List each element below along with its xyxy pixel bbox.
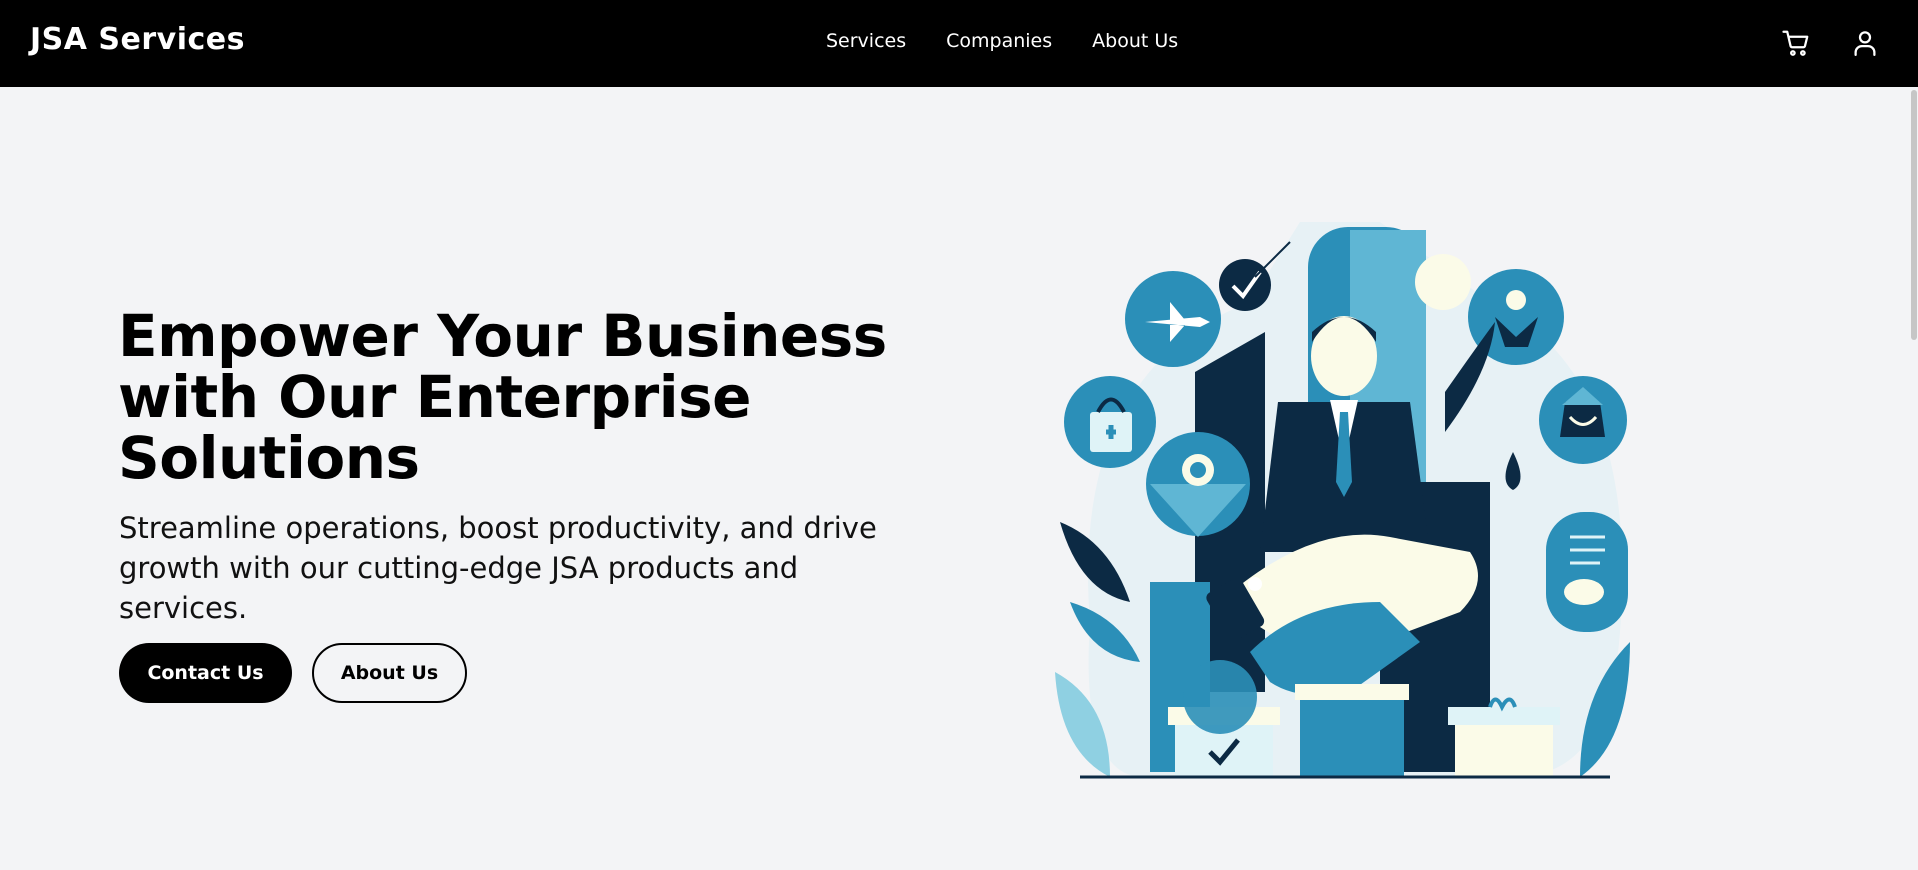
illustration-chat-panel — [1546, 512, 1628, 632]
account-button[interactable] — [1848, 26, 1882, 60]
cart-button[interactable] — [1779, 26, 1813, 60]
main-nav: Services Companies About Us — [826, 30, 1178, 52]
hero-title: Empower Your Business with Our Enterpris… — [118, 302, 887, 492]
illustration-gift-right — [1455, 717, 1553, 777]
about-us-button[interactable]: About Us — [312, 643, 467, 703]
nav-link-services[interactable]: Services — [826, 30, 906, 52]
illustration-sun — [1415, 254, 1471, 310]
illustration-box-center — [1300, 692, 1404, 777]
illustration-check-circle — [1219, 259, 1271, 311]
hero-subtitle: Streamline operations, boost productivit… — [119, 511, 877, 625]
hero-illustration — [1055, 222, 1630, 779]
nav-link-companies[interactable]: Companies — [946, 30, 1052, 52]
scrollbar-thumb[interactable] — [1911, 90, 1917, 340]
nav-link-about-us[interactable]: About Us — [1092, 30, 1178, 52]
cart-icon — [1782, 30, 1809, 56]
contact-us-button[interactable]: Contact Us — [119, 643, 292, 703]
top-navbar: JSA Services Services Companies About Us — [0, 0, 1918, 87]
brand-logo-text[interactable]: JSA Services — [30, 22, 245, 57]
user-icon — [1854, 31, 1876, 56]
page-scrollbar[interactable] — [1910, 88, 1918, 870]
